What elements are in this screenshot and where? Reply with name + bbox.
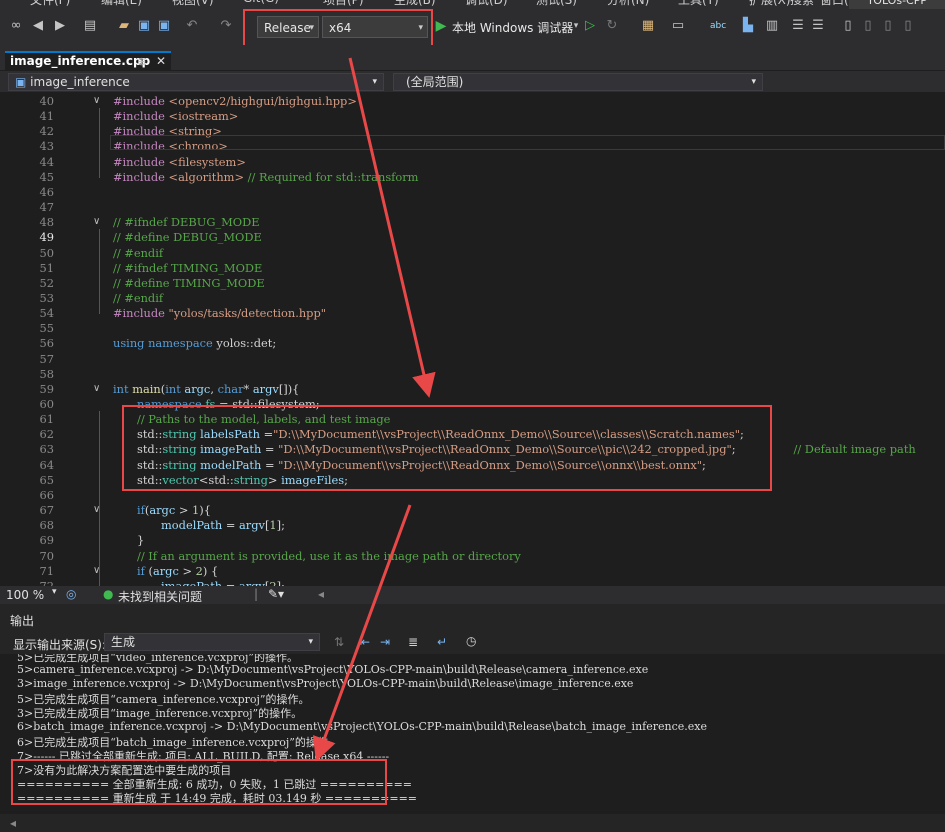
arrow-config-to-code: [348, 57, 436, 398]
annotation-arrows: [312, 57, 436, 762]
arrow-code-to-output: [312, 504, 412, 762]
